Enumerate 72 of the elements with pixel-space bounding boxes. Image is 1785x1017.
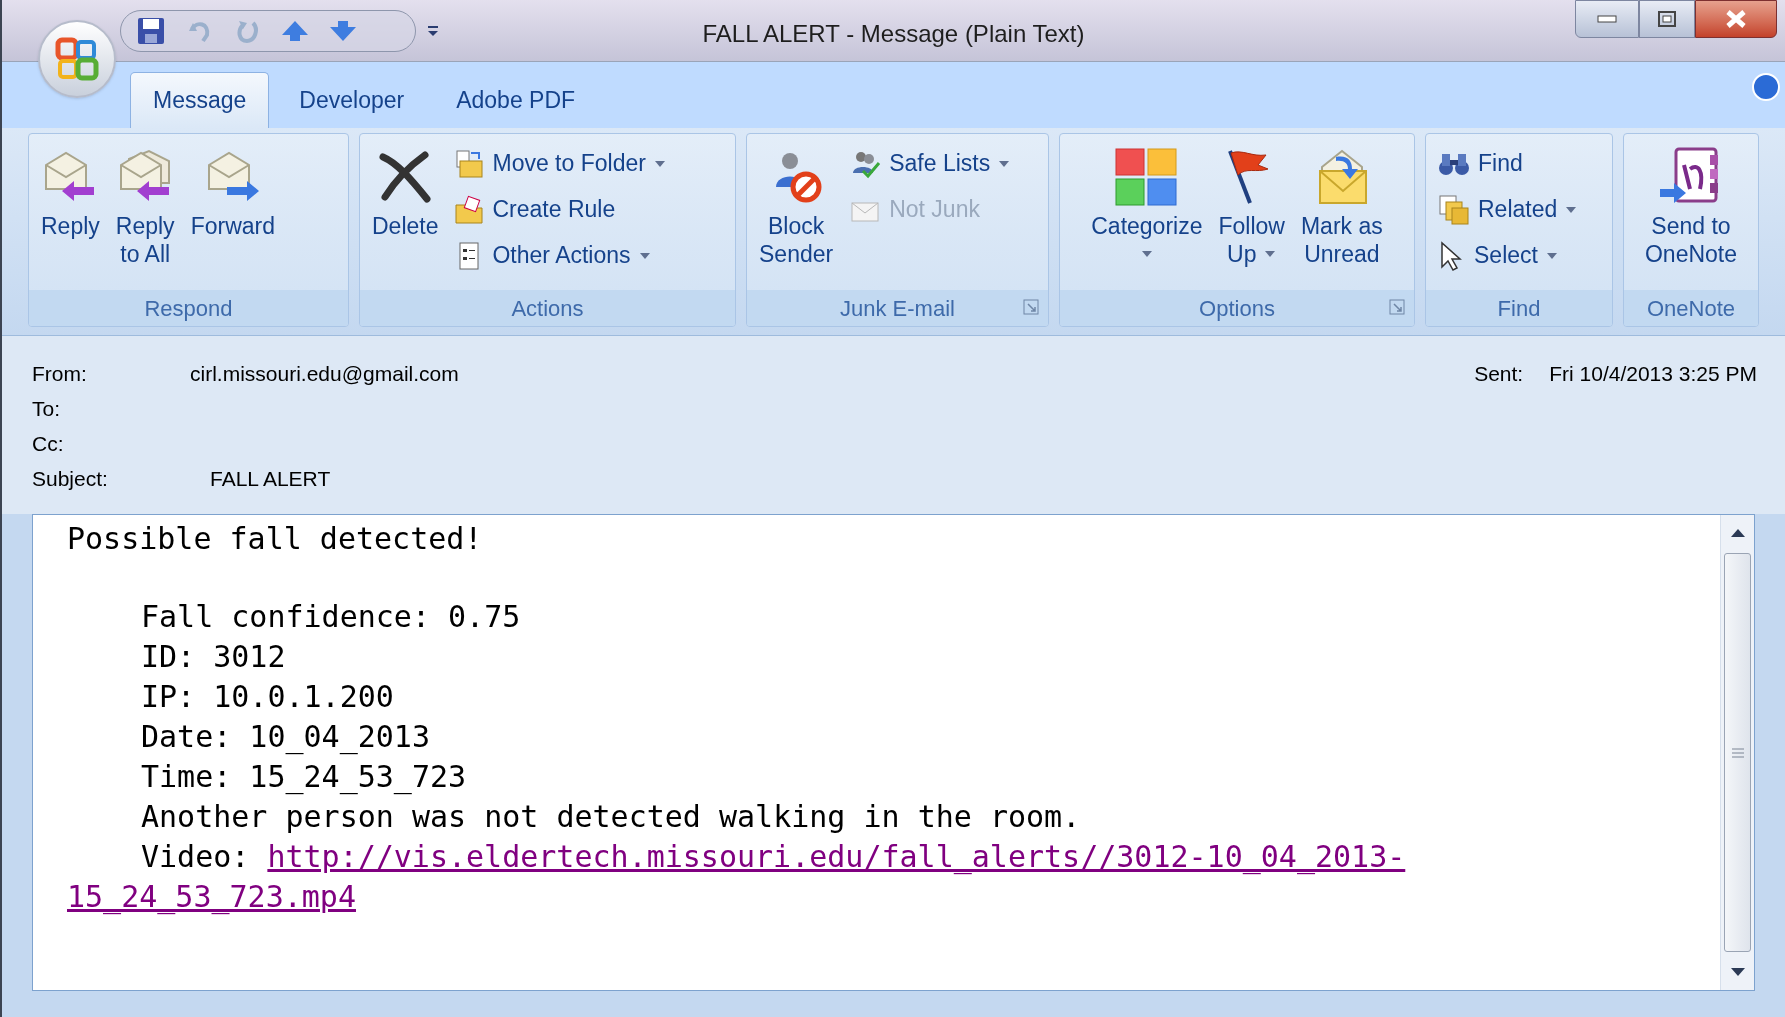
tab[interactable]: Message — [130, 72, 270, 128]
dialog-launcher-button[interactable] — [1388, 298, 1406, 316]
tab[interactable]: Adobe PDF — [434, 72, 598, 128]
tab[interactable]: Developer — [277, 72, 427, 128]
ribbon-button[interactable]: Reply — [35, 142, 106, 290]
dropdown-caret-icon — [653, 159, 666, 168]
launcher-icon — [1389, 299, 1405, 315]
group-label: Respond — [144, 294, 233, 323]
dropdown-caret-icon — [1545, 251, 1558, 260]
group-label: Junk E-mail — [840, 294, 955, 323]
maximize-button[interactable] — [1639, 0, 1695, 38]
ribbon-button[interactable]: Find — [1436, 142, 1580, 185]
folder-move-icon — [454, 148, 485, 179]
dropdown-caret-icon — [638, 251, 651, 260]
body-text: Possible fall detected! — [67, 520, 483, 558]
window-title: FALL ALERT - Message (Plain Text) — [702, 20, 1085, 47]
down-arrow-icon[interactable] — [329, 18, 357, 43]
video-link[interactable]: 15_24_53_723.mp4 — [67, 877, 356, 917]
down-arrow-icon — [1729, 967, 1746, 977]
minimize-button[interactable] — [1575, 0, 1639, 38]
ribbon-button[interactable]: Related — [1436, 188, 1580, 231]
body-text: Video: — [141, 838, 250, 876]
color-grid-icon — [1113, 147, 1180, 207]
ribbon-button[interactable]: Mark as Unread — [1294, 142, 1389, 290]
x-mark-icon — [377, 149, 434, 205]
ribbon-button[interactable]: Select — [1436, 234, 1580, 277]
dialog-launcher-button[interactable] — [1022, 298, 1040, 316]
field-value: cirl.missouri.edu@gmail.com — [190, 360, 459, 387]
dropdown-caret-icon — [998, 159, 1011, 168]
body-text: Fall confidence: 0.75 — [141, 598, 521, 636]
video-link[interactable]: http://vis.eldertech.missouri.edu/fall_alerts//3012-10_04_2013- — [267, 837, 1406, 877]
ribbon-button[interactable]: Safe Lists — [847, 142, 1013, 185]
office-logo-icon — [55, 37, 99, 81]
body-text: Date: 10_04_2013 — [141, 718, 430, 757]
group-label: Find — [1497, 294, 1541, 323]
field-value: Fri 10/4/2013 3:25 PM — [1549, 360, 1757, 387]
dropdown-caret-icon — [1264, 250, 1277, 258]
field-value: FALL ALERT — [210, 465, 331, 492]
field-label: Sent: — [1474, 360, 1524, 387]
ribbon-button[interactable]: Send to OneNote — [1638, 142, 1744, 290]
field-label: To: — [32, 395, 61, 422]
group-label: Actions — [511, 294, 584, 323]
launcher-icon — [1023, 299, 1039, 315]
close-button[interactable] — [1695, 0, 1777, 38]
dropdown-caret-icon — [1565, 205, 1578, 214]
field-label: Cc: — [32, 430, 65, 457]
close-icon — [1724, 9, 1748, 29]
group-label: OneNote — [1646, 294, 1736, 323]
body-text: Time: 15_24_53_723 — [141, 758, 467, 797]
folder-rule-icon — [454, 194, 485, 225]
ribbon-button[interactable]: Delete — [366, 142, 445, 290]
stacked-documents-icon — [1438, 193, 1470, 226]
maximize-icon — [1657, 10, 1677, 28]
ribbon-button[interactable]: Block Sender — [753, 142, 840, 290]
save-icon[interactable] — [137, 16, 165, 45]
scrollbar-thumb[interactable] — [1724, 553, 1751, 952]
ribbon-button[interactable]: Create Rule — [452, 188, 668, 231]
body-text: ID: 3012 — [141, 638, 286, 676]
ribbon-button[interactable]: Move to Folder — [452, 142, 668, 185]
body-text: IP: 10.0.1.200 — [141, 678, 394, 716]
ribbon-button[interactable]: Categorize — [1085, 142, 1209, 290]
up-arrow-icon — [1729, 528, 1746, 538]
customize-caret-icon[interactable] — [426, 23, 440, 38]
ribbon-button[interactable]: Follow Up — [1212, 142, 1291, 290]
minimize-icon — [1597, 15, 1617, 23]
ribbon-button[interactable]: Other Actions — [452, 234, 668, 277]
group-label: Options — [1199, 294, 1275, 323]
grip-icon — [1730, 747, 1745, 758]
dropdown-caret-icon — [1140, 250, 1153, 258]
ribbon-button[interactable]: Forward — [184, 142, 281, 290]
body-text: Another person was not detected walking in the room. — [141, 798, 1081, 836]
ribbon-button[interactable]: Reply to All — [109, 142, 181, 290]
